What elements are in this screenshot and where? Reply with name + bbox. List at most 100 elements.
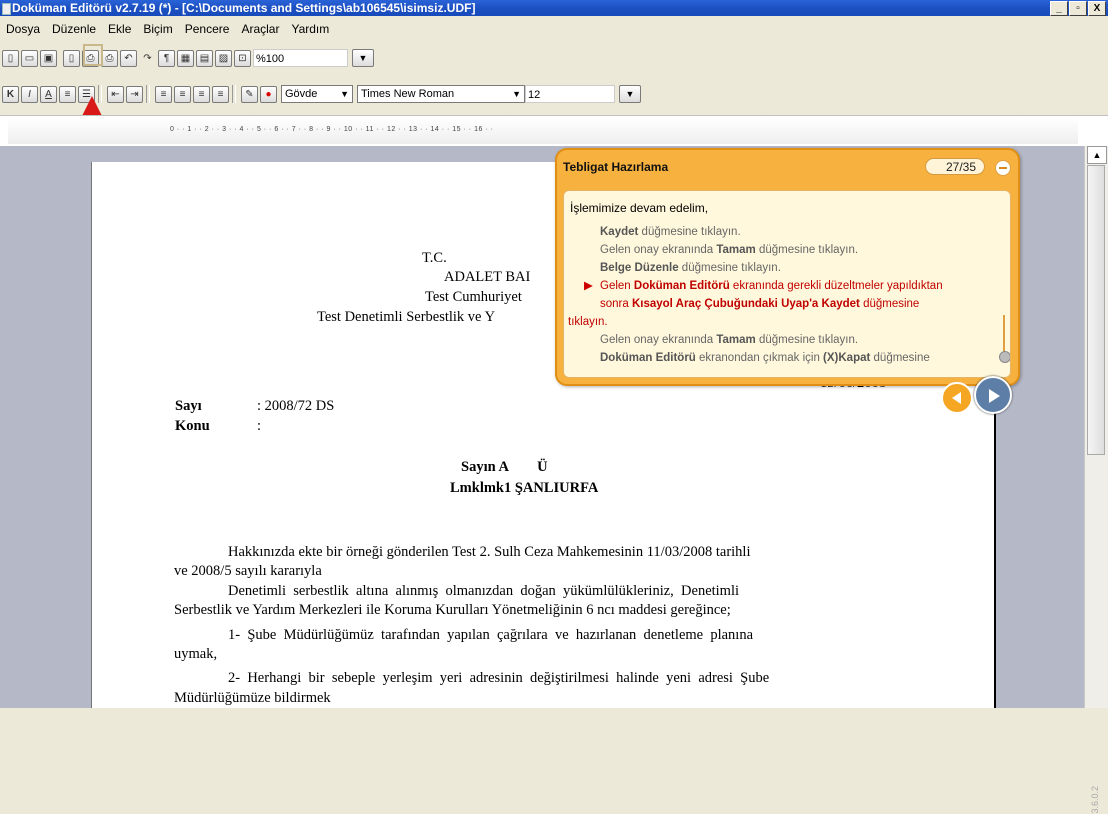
page-icon[interactable]: ▯	[63, 49, 80, 67]
menu-yardim[interactable]: Yardım	[289, 22, 331, 36]
para1-line2: ve 2008/5 sayılı kararıyla	[174, 563, 322, 579]
increase-indent-icon[interactable]: ⇥	[126, 85, 143, 103]
chevron-down-icon: ▼	[512, 89, 521, 99]
redo-icon[interactable]: ↷	[139, 50, 156, 67]
style-select[interactable]: Gövde ▼	[281, 85, 353, 103]
step-bold: Kısayol Araç Çubuğundaki Uyap'a Kaydet	[631, 298, 860, 310]
step-bold: Belge Düzenle	[600, 262, 679, 274]
format-toolbar: K I A ≡ ☰ ⇤ ⇥ ≡ ≡ ≡ ≡ ✎ ● Gövde ▼ Times N…	[0, 82, 1108, 106]
step-text: ekranondan çıkmak için	[695, 352, 824, 364]
vertical-scrollbar[interactable]: ▲ 3.6.0.2	[1084, 146, 1108, 814]
zoom-icon[interactable]: ⊡	[234, 49, 251, 67]
step-text: düğmesine tıklayın.	[638, 226, 741, 238]
zoom-dropdown-button[interactable]: ▼	[352, 49, 374, 67]
header-adalet: ADALET BAI	[444, 269, 531, 285]
copy-format-icon[interactable]: ▤	[196, 49, 213, 67]
restore-button[interactable]: ▫	[1069, 1, 1087, 16]
header-denetimli: Test Denetimli Serbestlik ve Y	[317, 309, 496, 325]
step-text: düğmesine	[870, 352, 930, 364]
previous-step-button[interactable]	[941, 382, 973, 414]
popup-scroll-knob[interactable]	[999, 351, 1010, 363]
recipient-city: Lmklmk1 ŞANLIURFA	[450, 480, 599, 496]
sayi-label: Sayı	[175, 398, 202, 414]
font-size-field[interactable]: 12	[525, 85, 615, 103]
step-save: Kaydet düğmesine tıklayın.	[568, 223, 986, 241]
step-bold: Doküman Editörü	[633, 280, 730, 292]
step-counter: 27/35	[925, 158, 985, 175]
para2-line1: Denetimli serbestlik altına alınmış olma…	[228, 583, 740, 599]
collapse-icon[interactable]	[995, 160, 1011, 176]
minimize-button[interactable]: _	[1050, 1, 1068, 16]
item2-line2: Müdürlüğümüze bildirmek	[174, 690, 331, 706]
save-icon[interactable]: ▣	[40, 49, 57, 67]
step-edit: Belge Düzenle düğmesine tıklayın.	[568, 259, 986, 277]
print-icon[interactable]: ⎙	[101, 49, 118, 67]
font-value: Times New Roman	[361, 88, 455, 100]
justify-icon[interactable]: ≡	[212, 85, 229, 103]
step-bold: (X)Kapat	[823, 352, 871, 364]
new-document-icon[interactable]: ▯	[2, 49, 19, 67]
numbered-list-icon[interactable]: ≡	[59, 85, 76, 103]
popup-scroll-track	[1003, 315, 1005, 355]
step-bold: Tamam	[716, 334, 756, 346]
step-text: düğmesine tıklayın.	[678, 262, 781, 274]
menu-pencere[interactable]: Pencere	[183, 22, 232, 36]
ruler[interactable]: 0 · · 1 · · 2 · · 3 · · 4 · · 5 · · 6 · …	[0, 115, 1108, 147]
header-tc: T.C.	[422, 250, 447, 266]
tebligat-popup: Tebligat Hazırlama 27/35 İşlemimize deva…	[555, 148, 1020, 386]
table-icon[interactable]: ▦	[177, 49, 194, 67]
step-confirm2: Gelen onay ekranında Tamam düğmesine tık…	[568, 331, 986, 349]
zoom-field[interactable]: %100	[253, 49, 348, 67]
menu-araclar[interactable]: Araçlar	[239, 22, 281, 36]
item1-line1: 1- Şube Müdürlüğümüz tarafından yapılan …	[228, 627, 754, 643]
open-icon[interactable]: ▭	[21, 49, 38, 67]
popup-scrollbar[interactable]	[999, 195, 1010, 365]
popup-intro: İşlemimize devam edelim,	[570, 201, 709, 215]
menu-ekle[interactable]: Ekle	[106, 22, 133, 36]
step-close: Doküman Editörü ekranondan çıkmak için (…	[568, 349, 986, 367]
step-current: ▶ Gelen Doküman Editörü ekranında gerekli…	[568, 277, 986, 295]
align-right-icon[interactable]: ≡	[193, 85, 210, 103]
style-value: Gövde	[285, 88, 318, 100]
step-list: Kaydet düğmesine tıklayın. Gelen onay ek…	[568, 223, 986, 367]
title-bar: Doküman Editörü v2.7.19 (*) - [C:\Docume…	[0, 0, 1108, 16]
bold-icon[interactable]: K	[2, 85, 19, 103]
menu-dosya[interactable]: Dosya	[4, 22, 42, 36]
paragraph-marks-icon[interactable]: ¶	[158, 49, 175, 67]
item1-line2: uymak,	[174, 646, 218, 662]
header-test: Test Cumhuriyet	[425, 289, 522, 305]
popup-body: İşlemimize devam edelim, Kaydet düğmesin…	[563, 190, 1011, 378]
underline-icon[interactable]: A	[40, 85, 57, 103]
next-step-button[interactable]	[974, 376, 1012, 414]
font-size-dropdown-button[interactable]: ▼	[619, 85, 641, 103]
version-label: 3.6.0.2	[1090, 786, 1100, 814]
step-text: düğmesine	[859, 298, 920, 310]
para1-line1: Hakkınızda ekte bir örneği gönderilen Te…	[228, 544, 751, 560]
konu-value: :	[257, 418, 262, 434]
popup-title: Tebligat Hazırlama	[563, 160, 669, 174]
menu-duzenle[interactable]: Düzenle	[50, 22, 98, 36]
standard-toolbar: ▯ ▭ ▣ ▯ ⎙ ⎙ ↶ ↷ ¶ ▦ ▤ ▨ ⊡ %100 ▼	[0, 46, 1108, 70]
separator	[146, 85, 150, 103]
align-left-icon[interactable]: ≡	[155, 85, 172, 103]
italic-icon[interactable]: I	[21, 85, 38, 103]
separator	[232, 85, 236, 103]
image-icon[interactable]: ▨	[215, 49, 232, 67]
step-text: Gelen onay ekranında	[600, 244, 717, 256]
arrow-right-icon	[989, 389, 1000, 403]
scroll-up-icon[interactable]: ▲	[1087, 146, 1107, 164]
record-icon[interactable]: ●	[260, 85, 277, 103]
current-step-arrow-icon: ▶	[584, 280, 593, 292]
decrease-indent-icon[interactable]: ⇤	[107, 85, 124, 103]
signature-icon[interactable]: ✎	[241, 85, 258, 103]
close-button[interactable]: X	[1088, 1, 1106, 16]
menu-bicim[interactable]: Biçim	[141, 22, 174, 36]
highlight-box	[83, 44, 103, 66]
item2-line1: 2- Herhangi bir sebeple yerleşim yeri ad…	[228, 670, 770, 686]
scroll-thumb[interactable]	[1087, 165, 1105, 455]
undo-icon[interactable]: ↶	[120, 49, 137, 67]
step-confirm: Gelen onay ekranında Tamam düğmesine tık…	[568, 241, 986, 259]
font-select[interactable]: Times New Roman ▼	[357, 85, 525, 103]
align-center-icon[interactable]: ≡	[174, 85, 191, 103]
ruler-track	[8, 118, 1078, 144]
